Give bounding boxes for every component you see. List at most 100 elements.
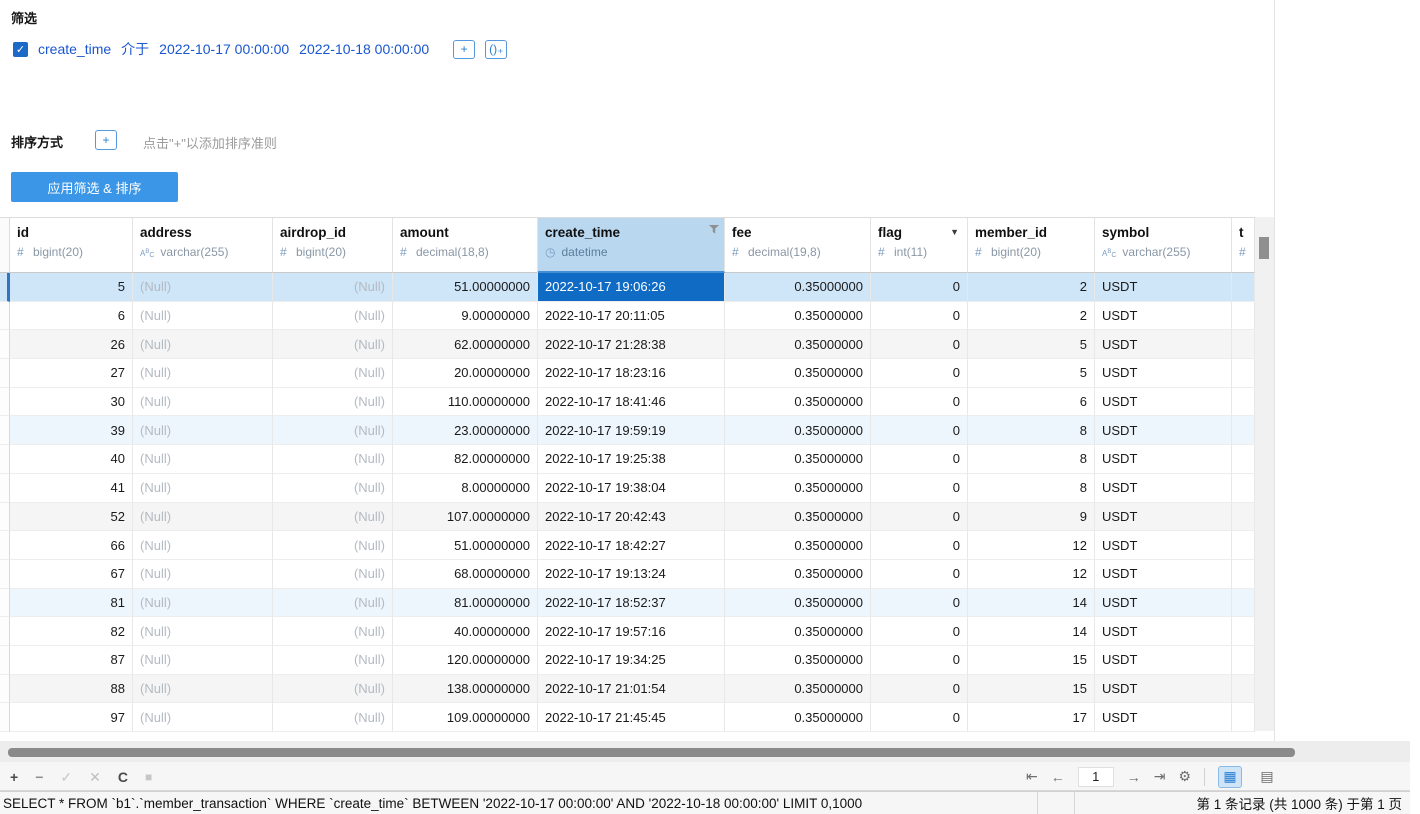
column-header-flag[interactable]: flag ▼ # int(11) xyxy=(871,218,968,273)
column-header-t[interactable]: t # xyxy=(1232,218,1255,273)
filter-enabled-checkbox[interactable]: ✓ xyxy=(13,41,28,57)
cell-fee[interactable]: 0.35000000 xyxy=(725,502,871,532)
refresh-icon[interactable]: C xyxy=(118,770,128,784)
row-gutter[interactable] xyxy=(0,387,10,417)
cell-address[interactable]: (Null) xyxy=(133,301,273,331)
cell-address[interactable]: (Null) xyxy=(133,330,273,360)
column-header-amount[interactable]: amount # decimal(18,8) xyxy=(393,218,538,273)
cell-symbol[interactable]: USDT xyxy=(1095,473,1232,503)
cell-member_id[interactable]: 17 xyxy=(968,703,1095,732)
column-header-member_id[interactable]: member_id # bigint(20) xyxy=(968,218,1095,273)
cell-id[interactable]: 97 xyxy=(10,703,133,732)
cell-member_id[interactable]: 9 xyxy=(968,502,1095,532)
cell-flag[interactable]: 0 xyxy=(871,588,968,618)
cell-flag[interactable]: 0 xyxy=(871,445,968,474)
cell-t[interactable] xyxy=(1232,588,1255,618)
next-page-icon[interactable]: → xyxy=(1127,769,1141,785)
cell-airdrop_id[interactable]: (Null) xyxy=(273,416,393,446)
cell-flag[interactable]: 0 xyxy=(871,416,968,446)
column-header-create_time[interactable]: create_time ◷ datetime xyxy=(538,218,725,273)
cell-id[interactable]: 26 xyxy=(10,330,133,360)
cell-create_time[interactable]: 2022-10-17 19:13:24 xyxy=(538,559,725,589)
row-gutter[interactable] xyxy=(0,301,10,331)
cell-airdrop_id[interactable]: (Null) xyxy=(273,588,393,618)
page-settings-gear-icon[interactable]: ⚙ xyxy=(1178,768,1191,785)
add-filter-group-button[interactable]: ()₊ xyxy=(485,39,508,59)
cell-create_time[interactable]: 2022-10-17 19:57:16 xyxy=(538,617,725,646)
cell-id[interactable]: 82 xyxy=(10,617,133,646)
horizontal-scrollbar-thumb[interactable] xyxy=(8,748,1295,757)
column-header-symbol[interactable]: symbol ABC varchar(255) xyxy=(1095,218,1232,273)
cell-amount[interactable]: 23.00000000 xyxy=(393,416,538,446)
cell-flag[interactable]: 0 xyxy=(871,645,968,675)
cell-flag[interactable]: 0 xyxy=(871,703,968,732)
cell-amount[interactable]: 20.00000000 xyxy=(393,359,538,388)
form-view-button[interactable]: ▤ xyxy=(1255,766,1279,788)
cell-id[interactable]: 67 xyxy=(10,559,133,589)
cell-flag[interactable]: 0 xyxy=(871,559,968,589)
cell-flag[interactable]: 0 xyxy=(871,387,968,417)
cell-member_id[interactable]: 5 xyxy=(968,330,1095,360)
cell-symbol[interactable]: USDT xyxy=(1095,301,1232,331)
cell-create_time[interactable]: 2022-10-17 20:11:05 xyxy=(538,301,725,331)
cell-create_time[interactable]: 2022-10-17 21:01:54 xyxy=(538,674,725,704)
cell-address[interactable]: (Null) xyxy=(133,703,273,732)
cell-fee[interactable]: 0.35000000 xyxy=(725,359,871,388)
cell-amount[interactable]: 82.00000000 xyxy=(393,445,538,474)
row-gutter[interactable] xyxy=(0,473,10,503)
cell-fee[interactable]: 0.35000000 xyxy=(725,674,871,704)
row-gutter[interactable] xyxy=(0,645,10,675)
cell-t[interactable] xyxy=(1232,416,1255,446)
row-gutter[interactable] xyxy=(0,445,10,474)
page-number-input[interactable]: 1 xyxy=(1077,766,1114,787)
cell-id[interactable]: 88 xyxy=(10,674,133,704)
cell-create_time[interactable]: 2022-10-17 21:45:45 xyxy=(538,703,725,732)
cell-create_time[interactable]: 2022-10-17 18:42:27 xyxy=(538,531,725,560)
cell-t[interactable] xyxy=(1232,473,1255,503)
cell-airdrop_id[interactable]: (Null) xyxy=(273,674,393,704)
cell-flag[interactable]: 0 xyxy=(871,301,968,331)
cell-create_time[interactable]: 2022-10-17 19:59:19 xyxy=(538,416,725,446)
cell-symbol[interactable]: USDT xyxy=(1095,703,1232,732)
column-header-id[interactable]: id # bigint(20) xyxy=(10,218,133,273)
cell-id[interactable]: 40 xyxy=(10,445,133,474)
cell-address[interactable]: (Null) xyxy=(133,645,273,675)
apply-changes-icon[interactable]: ✓ xyxy=(60,770,72,784)
cell-create_time[interactable]: 2022-10-17 18:52:37 xyxy=(538,588,725,618)
cell-create_time[interactable]: 2022-10-17 21:28:38 xyxy=(538,330,725,360)
cell-symbol[interactable]: USDT xyxy=(1095,559,1232,589)
column-header-fee[interactable]: fee # decimal(19,8) xyxy=(725,218,871,273)
cell-address[interactable]: (Null) xyxy=(133,387,273,417)
cell-member_id[interactable]: 8 xyxy=(968,416,1095,446)
cell-id[interactable]: 66 xyxy=(10,531,133,560)
cell-create_time[interactable]: 2022-10-17 18:23:16 xyxy=(538,359,725,388)
cell-t[interactable] xyxy=(1232,387,1255,417)
cell-amount[interactable]: 51.00000000 xyxy=(393,531,538,560)
cell-t[interactable] xyxy=(1232,559,1255,589)
cell-symbol[interactable]: USDT xyxy=(1095,645,1232,675)
cell-fee[interactable]: 0.35000000 xyxy=(725,273,871,302)
cell-amount[interactable]: 138.00000000 xyxy=(393,674,538,704)
filter-value-start[interactable]: 2022-10-17 00:00:00 xyxy=(159,41,289,57)
cell-address[interactable]: (Null) xyxy=(133,273,273,302)
cell-id[interactable]: 27 xyxy=(10,359,133,388)
cell-fee[interactable]: 0.35000000 xyxy=(725,387,871,417)
cell-fee[interactable]: 0.35000000 xyxy=(725,416,871,446)
cell-address[interactable]: (Null) xyxy=(133,531,273,560)
cell-amount[interactable]: 51.00000000 xyxy=(393,273,538,302)
cell-airdrop_id[interactable]: (Null) xyxy=(273,473,393,503)
cell-member_id[interactable]: 14 xyxy=(968,588,1095,618)
cell-create_time[interactable]: 2022-10-17 18:41:46 xyxy=(538,387,725,417)
cell-id[interactable]: 5 xyxy=(10,273,133,302)
row-gutter[interactable] xyxy=(0,588,10,618)
cell-airdrop_id[interactable]: (Null) xyxy=(273,703,393,732)
cell-fee[interactable]: 0.35000000 xyxy=(725,588,871,618)
cell-address[interactable]: (Null) xyxy=(133,502,273,532)
cell-airdrop_id[interactable]: (Null) xyxy=(273,559,393,589)
cell-member_id[interactable]: 2 xyxy=(968,273,1095,302)
cell-symbol[interactable]: USDT xyxy=(1095,502,1232,532)
row-gutter[interactable] xyxy=(0,416,10,446)
cell-create_time[interactable]: 2022-10-17 19:06:26 xyxy=(538,273,725,302)
grid-view-button[interactable]: ▦ xyxy=(1218,765,1243,788)
cell-member_id[interactable]: 6 xyxy=(968,387,1095,417)
